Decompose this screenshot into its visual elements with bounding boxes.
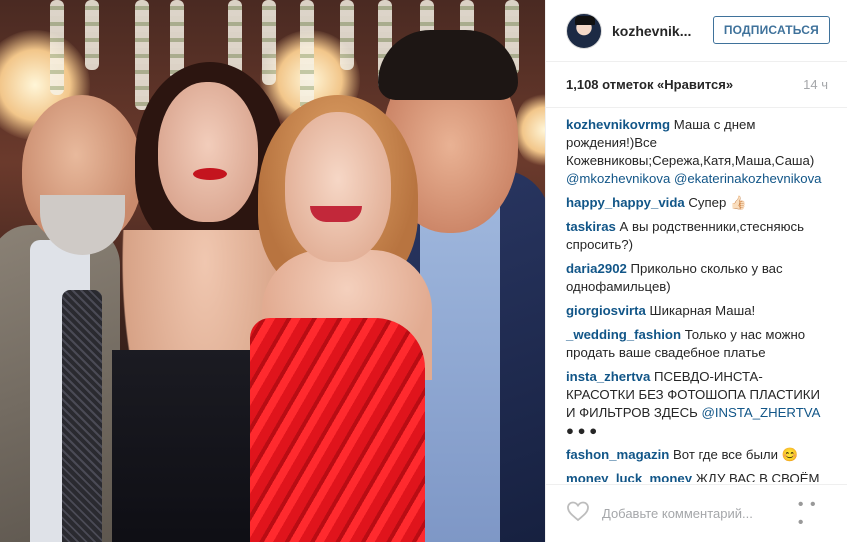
comment-user-link[interactable]: daria2902 xyxy=(566,261,627,276)
comment-user-link[interactable]: _wedding_fashion xyxy=(566,327,681,342)
comment-input[interactable] xyxy=(602,506,798,521)
comment-item: money_luck_money ЖДУ ВАС В СВОЁМ ПРОФИЛЕ… xyxy=(566,470,830,482)
avatar[interactable] xyxy=(566,12,602,49)
add-comment-bar: • • • xyxy=(546,484,847,542)
person-2-lips xyxy=(193,168,227,180)
comment-item: _wedding_fashion Только у нас можно прод… xyxy=(566,326,830,362)
caption: kozhevnikovrmg Маша с днем рождения!)Все… xyxy=(566,116,830,188)
comment-text: Супер 👍🏻 xyxy=(688,195,747,210)
person-3-head xyxy=(285,112,391,262)
comment-dots: ● ● ● xyxy=(566,423,598,438)
likes-row: 1,108 отметок «Нравится» 14 ч xyxy=(546,62,847,108)
flower-garland xyxy=(50,0,64,95)
follow-button[interactable]: ПОДПИСАТЬСЯ xyxy=(712,16,830,44)
flower-garland xyxy=(262,0,276,85)
post-photo[interactable] xyxy=(0,0,545,542)
post-sidebar: kozhevnik... ПОДПИСАТЬСЯ 1,108 отметок «… xyxy=(545,0,847,542)
person-2-dress xyxy=(112,350,262,542)
comment-item: giorgiosvirta Шикарная Маша! xyxy=(566,302,830,320)
flower-garland xyxy=(135,0,149,110)
mention-link[interactable]: @mkozhevnikova xyxy=(566,171,670,186)
comment-user-link[interactable]: insta_zhertva xyxy=(566,369,650,384)
comment-item: fashon_magazin Вот где все были 😊 xyxy=(566,446,830,464)
comment-user-link[interactable]: fashon_magazin xyxy=(566,447,669,462)
comment-user-link[interactable]: happy_happy_vida xyxy=(566,195,685,210)
heart-icon[interactable] xyxy=(566,500,590,527)
person-1-tie xyxy=(62,290,102,542)
person-3-smile xyxy=(310,206,362,222)
lamp-light xyxy=(515,90,545,170)
mention-link[interactable]: @INSTA_ZHERTVA xyxy=(701,405,819,420)
comment-item: happy_happy_vida Супер 👍🏻 xyxy=(566,194,830,212)
comment-user-link[interactable]: money_luck_money xyxy=(566,471,692,482)
comments-list[interactable]: kozhevnikovrmg Маша с днем рождения!)Все… xyxy=(546,116,847,482)
mention-link[interactable]: @ekaterinakozhevnikova xyxy=(674,171,822,186)
comment-user-link[interactable]: kozhevnikovrmg xyxy=(566,117,670,132)
comment-text: Шикарная Маша! xyxy=(649,303,756,318)
comment-item: insta_zhertva ПСЕВДО-ИНСТА-КРАСОТКИ БЕЗ … xyxy=(566,368,830,440)
flower-garland xyxy=(85,0,99,70)
person-3-red-dress xyxy=(250,318,425,542)
post-header: kozhevnik... ПОДПИСАТЬСЯ xyxy=(546,0,847,62)
person-4-shirt xyxy=(420,195,500,542)
likes-count[interactable]: 1,108 отметок «Нравится» xyxy=(566,77,733,92)
person-2-head xyxy=(158,82,258,222)
comment-item: taskiras А вы родственники,стесняюсь спр… xyxy=(566,218,830,254)
person-4-hair xyxy=(378,30,518,100)
comment-user-link[interactable]: taskiras xyxy=(566,219,616,234)
comment-user-link[interactable]: giorgiosvirta xyxy=(566,303,646,318)
comment-item: daria2902 Прикольно сколько у вас однофа… xyxy=(566,260,830,296)
comment-text: Вот где все были 😊 xyxy=(673,447,799,462)
more-options-icon[interactable]: • • • xyxy=(798,496,828,532)
flower-garland xyxy=(340,0,354,70)
post-time[interactable]: 14 ч xyxy=(803,77,828,92)
